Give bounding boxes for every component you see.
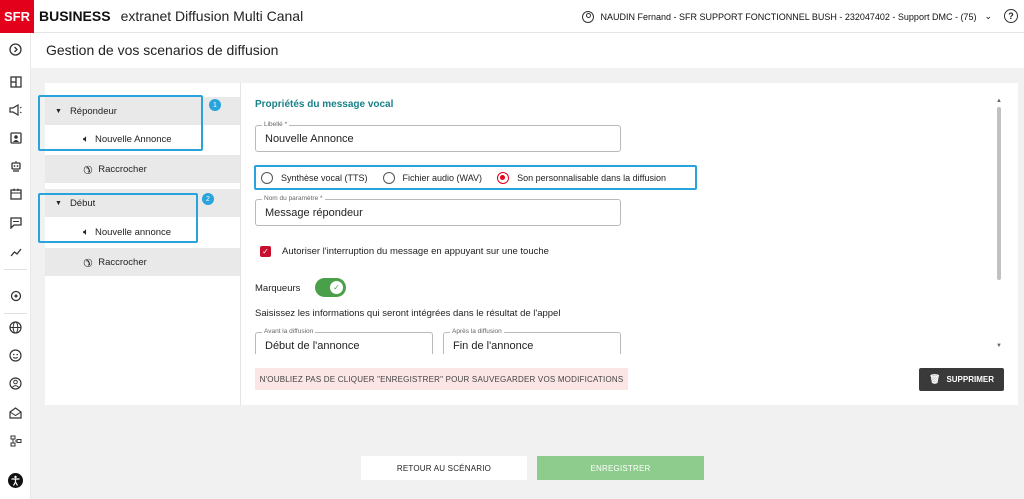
tree-item-hangup[interactable]: ✆ Raccrocher xyxy=(45,248,240,276)
inbox-icon[interactable] xyxy=(9,406,22,419)
calendar-icon[interactable] xyxy=(9,187,22,200)
globe-icon[interactable] xyxy=(9,321,22,334)
field-label: Après la diffusion xyxy=(450,328,504,335)
delete-button-label: SUPPRIMER xyxy=(946,375,994,384)
highlight-box-1 xyxy=(38,95,203,151)
face-icon[interactable] xyxy=(9,349,22,362)
chevron-down-icon: ⌄ xyxy=(984,11,992,21)
scrollbar-thumb[interactable] xyxy=(997,107,1001,280)
left-rail xyxy=(0,33,31,499)
back-to-scenario-button[interactable]: RETOUR AU SCÉNARIO xyxy=(361,456,527,480)
radio-custom-sound[interactable]: Son personnalisable dans la diffusion xyxy=(497,171,667,184)
hierarchy-icon[interactable] xyxy=(9,434,22,447)
dashboard-icon[interactable] xyxy=(9,75,22,88)
step-badge: 1 xyxy=(209,99,221,111)
form-title: Propriétés du message vocal xyxy=(255,99,394,110)
radio-circle xyxy=(261,171,273,184)
panel-divider xyxy=(240,83,241,405)
trend-icon[interactable] xyxy=(9,245,22,258)
tree-item-label: Raccrocher xyxy=(98,256,147,268)
megaphone-icon[interactable] xyxy=(9,103,22,116)
step-badge: 2 xyxy=(202,193,214,205)
rail-divider xyxy=(4,269,27,270)
check-icon: ✓ xyxy=(330,281,343,294)
radio-tts[interactable]: Synthèse vocal (TTS) xyxy=(261,171,368,184)
radio-circle-selected xyxy=(497,171,510,184)
field-value: Message répondeur xyxy=(265,207,363,219)
settings-icon[interactable] xyxy=(9,289,22,302)
radio-label: Fichier audio (WAV) xyxy=(402,172,483,183)
trash-icon: 🗑︎ xyxy=(929,374,941,384)
field-value: Fin de l'annonce xyxy=(453,340,534,352)
delete-button[interactable]: 🗑︎ SUPPRIMER xyxy=(919,368,1004,391)
page-title: Gestion de vos scenarios de diffusion xyxy=(46,42,279,58)
rail-divider xyxy=(4,313,27,314)
user-circle-icon[interactable] xyxy=(9,377,22,390)
user-menu[interactable]: NAUDIN Fernand - SFR SUPPORT FONCTIONNEL… xyxy=(581,0,992,33)
contact-icon[interactable] xyxy=(9,131,22,144)
tree-item-hangup[interactable]: ✆ Raccrocher xyxy=(45,155,240,183)
accessibility-icon[interactable] xyxy=(8,473,23,488)
chevron-right-icon[interactable] xyxy=(9,43,22,56)
app-title: extranet Diffusion Multi Canal xyxy=(120,8,304,24)
radio-label: Son personnalisable dans la diffusion xyxy=(517,172,667,183)
field-label: Libellé * xyxy=(262,121,290,128)
scroll-up-icon[interactable]: ▲ xyxy=(996,98,1002,104)
field-value: Nouvelle Annonce xyxy=(265,133,354,145)
param-name-field[interactable]: Nom du paramètre * Message répondeur xyxy=(255,195,621,226)
radio-circle xyxy=(382,171,395,184)
help-icon[interactable]: ? xyxy=(1004,9,1018,23)
save-button[interactable]: ENREGISTRER xyxy=(537,456,704,480)
interrupt-checkbox[interactable]: ✓ xyxy=(260,246,271,257)
markers-info-text: Saisissez les informations qui seront in… xyxy=(255,308,561,319)
field-value: Début de l'annonce xyxy=(265,340,360,352)
highlight-box-2 xyxy=(38,193,198,243)
radio-label: Synthèse vocal (TTS) xyxy=(281,172,368,183)
sfr-logo[interactable]: SFR xyxy=(0,0,34,33)
interrupt-checkbox-label: Autoriser l'interruption du message en a… xyxy=(282,246,549,257)
markers-toggle[interactable]: ✓ xyxy=(315,278,346,297)
after-diffusion-field[interactable]: Après la diffusion Fin de l'annonce xyxy=(443,328,621,354)
markers-label: Marqueurs xyxy=(255,283,301,294)
save-reminder-banner: N'OUBLIEZ PAS DE CLIQUER "ENREGISTRER" P… xyxy=(255,368,628,390)
phone-hangup-icon: ✆ xyxy=(79,161,95,177)
user-icon xyxy=(581,10,594,23)
bot-icon[interactable] xyxy=(9,159,22,172)
scroll-down-icon[interactable]: ▼ xyxy=(996,343,1002,349)
audio-source-radio-group: Synthèse vocal (TTS) Fichier audio (WAV)… xyxy=(254,165,697,190)
before-diffusion-field[interactable]: Avant la diffusion Début de l'annonce xyxy=(255,328,433,354)
tree-item-label: Raccrocher xyxy=(98,163,147,175)
brand-label: BUSINESS xyxy=(39,8,111,24)
top-bar: SFR BUSINESS extranet Diffusion Multi Ca… xyxy=(0,0,1024,33)
user-name: NAUDIN Fernand - SFR SUPPORT FONCTIONNEL… xyxy=(600,11,977,22)
message-icon[interactable] xyxy=(9,216,22,229)
field-label: Nom du paramètre * xyxy=(262,195,325,202)
phone-hangup-icon: ✆ xyxy=(79,254,95,270)
radio-wav[interactable]: Fichier audio (WAV) xyxy=(382,171,483,184)
field-label: Avant la diffusion xyxy=(262,328,316,335)
libelle-field[interactable]: Libellé * Nouvelle Annonce xyxy=(255,121,621,152)
